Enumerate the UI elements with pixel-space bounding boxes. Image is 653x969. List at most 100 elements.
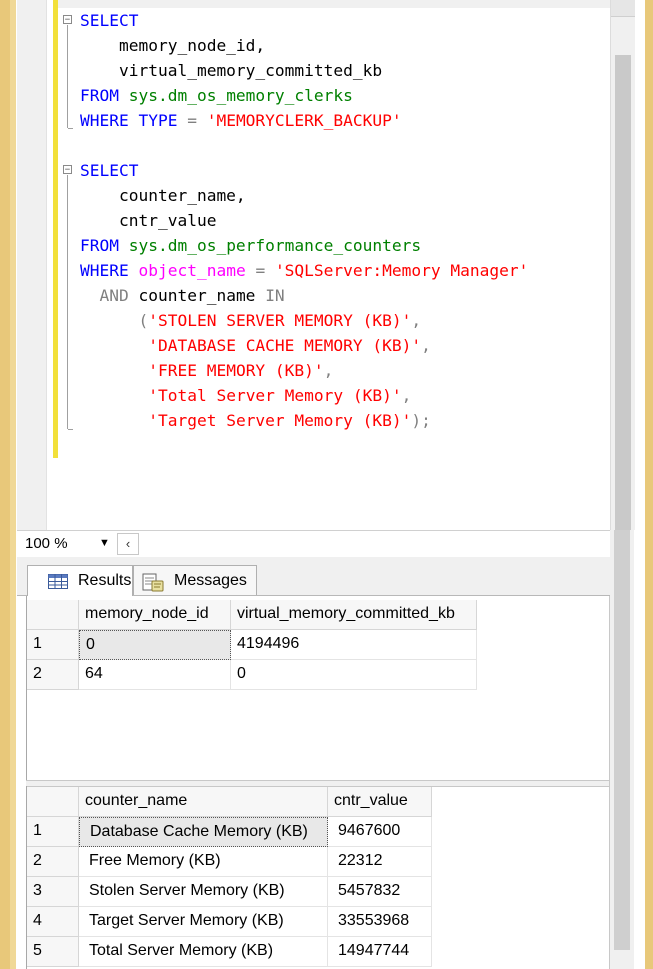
editor-top-strip	[57, 0, 610, 8]
scroll-up-button[interactable]	[611, 0, 635, 17]
code-token: sys.dm_os_performance_counters	[128, 236, 422, 255]
tab-messages-label: Messages	[174, 572, 247, 589]
code-line[interactable]: ('STOLEN SERVER MEMORY (KB)',	[80, 308, 421, 333]
code-line[interactable]: FROM sys.dm_os_performance_counters	[80, 233, 421, 258]
grid-icon	[48, 574, 68, 589]
scroll-left-button[interactable]: ‹	[117, 533, 139, 555]
code-line[interactable]: AND counter_name IN	[80, 283, 285, 308]
code-line[interactable]: cntr_value	[80, 208, 216, 233]
code-token: =	[255, 261, 275, 280]
code-line[interactable]: counter_name,	[80, 183, 246, 208]
code-line[interactable]: WHERE TYPE = 'MEMORYCLERK_BACKUP'	[80, 108, 402, 133]
grid1-cell[interactable]: 4194496	[231, 630, 477, 660]
code-token: SELECT	[80, 161, 139, 180]
grid-splitter[interactable]	[26, 780, 610, 787]
code-token: ,	[323, 361, 334, 380]
code-token: 'DATABASE CACHE MEMORY (KB)'	[148, 336, 422, 355]
code-line[interactable]: WHERE object_name = 'SQLServer:Memory Ma…	[80, 258, 528, 283]
code-token: IN	[265, 286, 285, 305]
zoom-dropdown-icon[interactable]: ▼	[99, 537, 110, 549]
code-line[interactable]: SELECT	[80, 8, 138, 33]
grid2-cell[interactable]: Total Server Memory (KB)	[79, 937, 328, 967]
grid2-row-number[interactable]: 3	[27, 877, 79, 907]
grid2-cell[interactable]: 9467600	[328, 817, 432, 847]
grid1-row-number[interactable]: 2	[27, 660, 79, 690]
grid1-cell-selected[interactable]: 0	[79, 630, 231, 660]
grid2-cell[interactable]: 22312	[328, 847, 432, 877]
window-frame-left-inner	[10, 0, 16, 969]
window-frame-right	[645, 0, 653, 969]
code-token: sys.dm_os_memory_clerks	[128, 86, 353, 105]
grid1-cell[interactable]: 64	[79, 660, 231, 690]
grid1-corner[interactable]	[27, 600, 79, 630]
code-line[interactable]: virtual_memory_committed_kb	[80, 58, 382, 83]
results-tabs: Results Messages	[17, 557, 610, 596]
code-token: ,	[401, 386, 412, 405]
code-token: =	[187, 111, 207, 130]
code-token: 'FREE MEMORY (KB)'	[148, 361, 324, 380]
code-token: WHERE TYPE	[80, 111, 188, 130]
code-token: );	[411, 411, 431, 430]
outline-end-1	[68, 128, 73, 129]
results-grids: memory_node_id virtual_memory_committed_…	[17, 596, 610, 969]
grid1-cell[interactable]: 0	[231, 660, 477, 690]
code-token: object_name	[138, 261, 256, 280]
code-token: AND	[80, 286, 139, 305]
outline-end-2	[68, 429, 73, 430]
code-line[interactable]: 'Total Server Memory (KB)',	[80, 383, 411, 408]
tab-results[interactable]: Results	[27, 565, 133, 596]
grid2-row-number[interactable]: 4	[27, 907, 79, 937]
code-token: 'Total Server Memory (KB)'	[148, 386, 402, 405]
collapse-icon-statement-2[interactable]: −	[63, 165, 72, 175]
results-scrollbar-thumb[interactable]	[614, 530, 630, 950]
collapse-icon-statement-1[interactable]: −	[63, 15, 72, 25]
code-token: (	[80, 311, 149, 330]
messages-icon	[142, 573, 164, 592]
grid1-header-virtual-memory-committed-kb[interactable]: virtual_memory_committed_kb	[231, 600, 477, 630]
code-token: cntr_value	[80, 211, 217, 230]
code-token: counter_name,	[80, 186, 246, 205]
query-editor[interactable]: − − SELECT memory_node_id, virtual_memor…	[17, 0, 610, 530]
grid2-cell[interactable]: 5457832	[328, 877, 432, 907]
code-token: FROM	[80, 236, 129, 255]
grid2-header-counter-name[interactable]: counter_name	[79, 787, 328, 817]
tab-messages[interactable]: Messages	[133, 565, 257, 595]
code-token: ,	[411, 311, 422, 330]
code-token: memory_node_id,	[80, 36, 266, 55]
code-line[interactable]: 'FREE MEMORY (KB)',	[80, 358, 333, 383]
code-token: FROM	[80, 86, 129, 105]
grid2-cell-selected[interactable]: Database Cache Memory (KB)	[79, 817, 328, 847]
code-token: 'STOLEN SERVER MEMORY (KB)'	[148, 311, 412, 330]
grid2-cell[interactable]: Free Memory (KB)	[79, 847, 328, 877]
editor-margin	[17, 0, 47, 530]
grid2-cell[interactable]: Target Server Memory (KB)	[79, 907, 328, 937]
grid2-row-number[interactable]: 2	[27, 847, 79, 877]
grid1-header-memory-node-id[interactable]: memory_node_id	[79, 600, 231, 630]
grid2-cell[interactable]: 33553968	[328, 907, 432, 937]
grid2-cell[interactable]: Stolen Server Memory (KB)	[79, 877, 328, 907]
grid2-header-cntr-value[interactable]: cntr_value	[328, 787, 432, 817]
change-tracking-bar	[53, 0, 58, 458]
outline-line-1	[67, 25, 68, 128]
editor-vertical-scrollbar[interactable]	[610, 0, 635, 530]
grid2-row-number[interactable]: 1	[27, 817, 79, 847]
grid1-row-number[interactable]: 1	[27, 630, 79, 660]
code-token: counter_name	[138, 286, 266, 305]
code-line[interactable]: SELECT	[80, 158, 138, 183]
tab-results-label: Results	[78, 572, 132, 589]
scrollbar-thumb[interactable]	[615, 55, 631, 530]
code-token: virtual_memory_committed_kb	[80, 61, 383, 80]
grid2-cell[interactable]: 14947744	[328, 937, 432, 967]
code-line[interactable]: memory_node_id,	[80, 33, 265, 58]
grid2-row-number[interactable]: 5	[27, 937, 79, 967]
zoom-level[interactable]: 100 %	[25, 535, 68, 552]
code-line[interactable]: 'DATABASE CACHE MEMORY (KB)',	[80, 333, 431, 358]
code-line[interactable]: FROM sys.dm_os_memory_clerks	[80, 83, 353, 108]
code-line[interactable]: 'Target Server Memory (KB)');	[80, 408, 431, 433]
outline-line-2	[67, 175, 68, 429]
grid2-corner[interactable]	[27, 787, 79, 817]
